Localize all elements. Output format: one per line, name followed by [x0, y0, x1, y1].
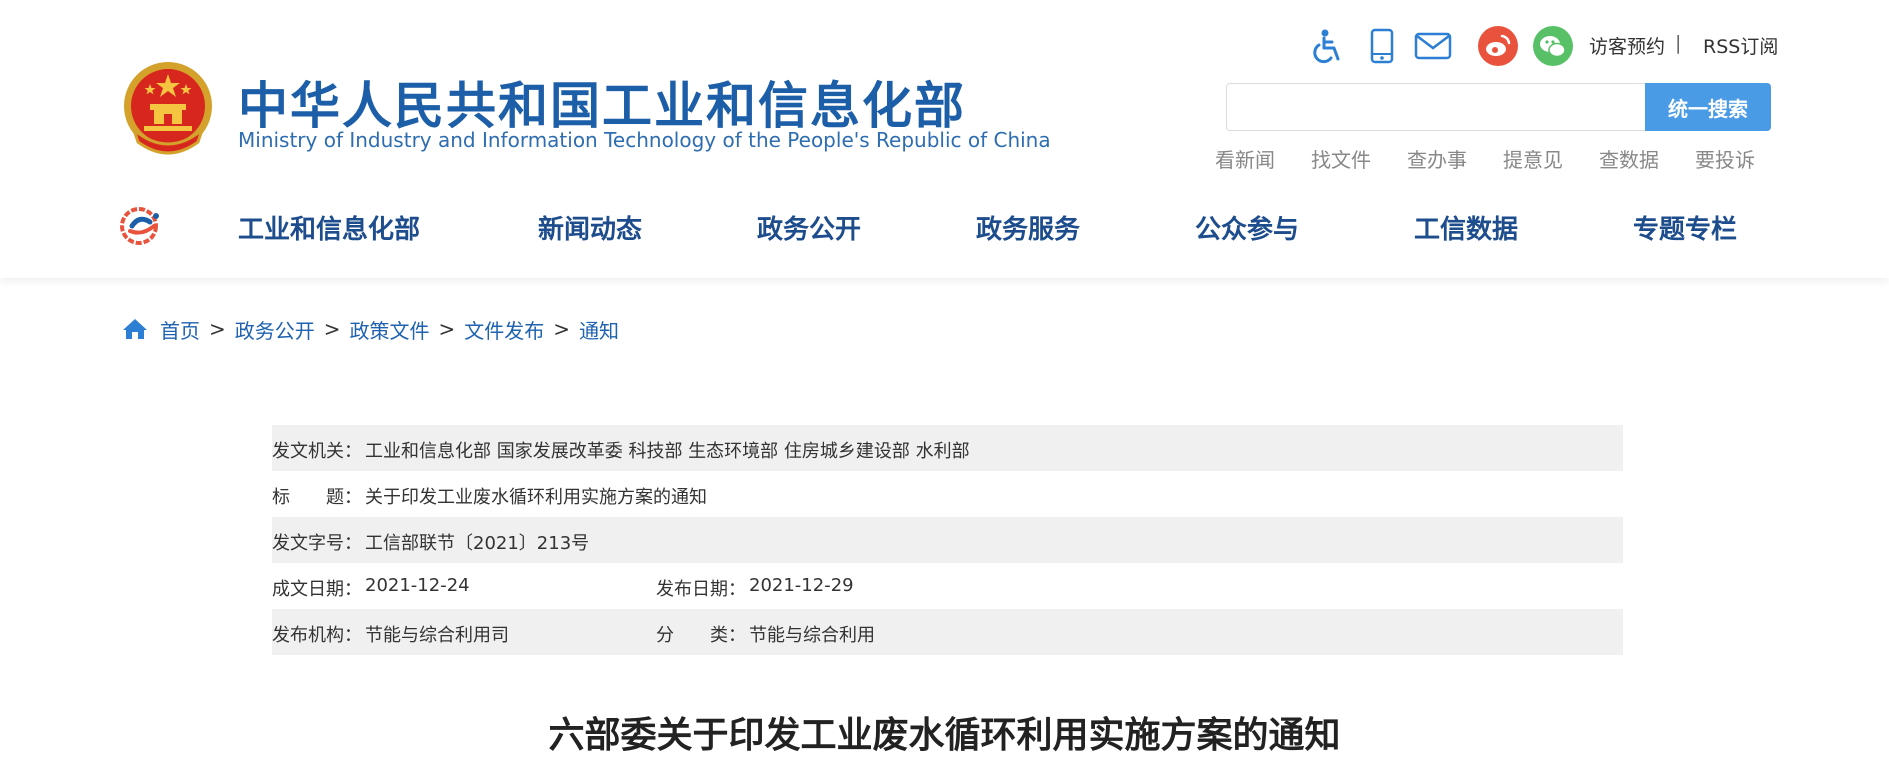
metadata-row-issuer: 发文机关： 工业和信息化部 国家发展改革委 科技部 生态环境部 住房城乡建设部 … — [272, 425, 1623, 471]
breadcrumb-government-affairs[interactable]: 政务公开 — [235, 315, 315, 344]
issuer-label: 发文机关： — [272, 441, 362, 462]
created-date-value: 2021-12-24 — [365, 575, 470, 596]
search-input[interactable] — [1226, 83, 1645, 131]
rss-link[interactable]: RSS订阅 — [1703, 32, 1778, 59]
metadata-row-title: 标 题： 关于印发工业废水循环利用实施方案的通知 — [272, 471, 1623, 517]
agency-label: 发布机构： — [272, 625, 362, 646]
number-label: 发文字号： — [272, 533, 362, 554]
mail-icon[interactable] — [1411, 24, 1455, 68]
wechat-icon[interactable] — [1531, 24, 1575, 68]
search-button[interactable]: 统一搜索 — [1645, 83, 1771, 131]
ministry-logo-icon[interactable] — [118, 204, 164, 246]
breadcrumb-notices[interactable]: 通知 — [579, 315, 619, 344]
nav-item-special-topics[interactable]: 专题专栏 — [1633, 209, 1737, 246]
metadata-row-agency: 发布机构： 节能与综合利用司 分 类： 节能与综合利用 — [272, 609, 1623, 655]
visitor-appointment-link[interactable]: 访客预约 — [1589, 32, 1665, 59]
document-title: 六部委关于印发工业废水循环利用实施方案的通知 — [548, 715, 1341, 756]
agency-value: 节能与综合利用司 — [365, 625, 509, 646]
metadata-row-dates: 成文日期： 2021-12-24 发布日期： 2021-12-29 — [272, 563, 1623, 609]
breadcrumb-separator: > — [438, 317, 456, 341]
mobile-icon[interactable] — [1360, 24, 1404, 68]
quick-link-services[interactable]: 查办事 — [1407, 144, 1467, 173]
breadcrumb-separator: > — [323, 317, 341, 341]
category-value: 节能与综合利用 — [749, 625, 875, 646]
site-header: 中华人民共和国工业和信息化部 Ministry of Industry and … — [0, 0, 1889, 278]
national-emblem-icon — [124, 62, 212, 155]
nav-item-data[interactable]: 工信数据 — [1414, 209, 1518, 246]
published-date-label: 发布日期： — [656, 579, 746, 600]
breadcrumb-policy-documents[interactable]: 政策文件 — [350, 315, 430, 344]
breadcrumb-document-release[interactable]: 文件发布 — [464, 315, 544, 344]
metadata-row-number: 发文字号： 工信部联节〔2021〕213号 — [272, 517, 1623, 563]
title-label: 标 题： — [272, 487, 362, 508]
breadcrumb: 首页 > 政务公开 > 政策文件 > 文件发布 > 通知 — [122, 314, 619, 344]
document-metadata-table: 发文机关： 工业和信息化部 国家发展改革委 科技部 生态环境部 住房城乡建设部 … — [272, 425, 1623, 655]
weibo-icon[interactable] — [1476, 24, 1520, 68]
accessibility-icon[interactable] — [1305, 24, 1349, 68]
breadcrumb-separator: > — [209, 317, 226, 341]
nav-item-government-affairs[interactable]: 政务公开 — [757, 209, 861, 246]
breadcrumb-separator: > — [553, 317, 571, 341]
site-subtitle: Ministry of Industry and Information Tec… — [238, 128, 1051, 152]
published-date-value: 2021-12-29 — [749, 575, 854, 596]
breadcrumb-home[interactable]: 首页 — [160, 315, 200, 344]
title-value: 关于印发工业废水循环利用实施方案的通知 — [365, 487, 707, 508]
nav-item-ministry[interactable]: 工业和信息化部 — [238, 209, 420, 246]
quick-link-data[interactable]: 查数据 — [1599, 144, 1659, 173]
nav-item-government-services[interactable]: 政务服务 — [976, 209, 1080, 246]
quick-link-news[interactable]: 看新闻 — [1215, 144, 1275, 173]
number-value: 工信部联节〔2021〕213号 — [365, 533, 590, 554]
home-icon[interactable] — [122, 317, 148, 341]
quick-link-feedback[interactable]: 提意见 — [1503, 144, 1563, 173]
utility-separator: | — [1675, 32, 1682, 54]
quick-link-files[interactable]: 找文件 — [1311, 144, 1371, 173]
issuer-value: 工业和信息化部 国家发展改革委 科技部 生态环境部 住房城乡建设部 水利部 — [365, 441, 970, 462]
created-date-label: 成文日期： — [272, 579, 362, 600]
quick-link-complaint[interactable]: 要投诉 — [1695, 144, 1755, 173]
nav-item-news[interactable]: 新闻动态 — [538, 209, 642, 246]
nav-item-public-participation[interactable]: 公众参与 — [1195, 209, 1299, 246]
category-label: 分 类： — [656, 625, 746, 646]
